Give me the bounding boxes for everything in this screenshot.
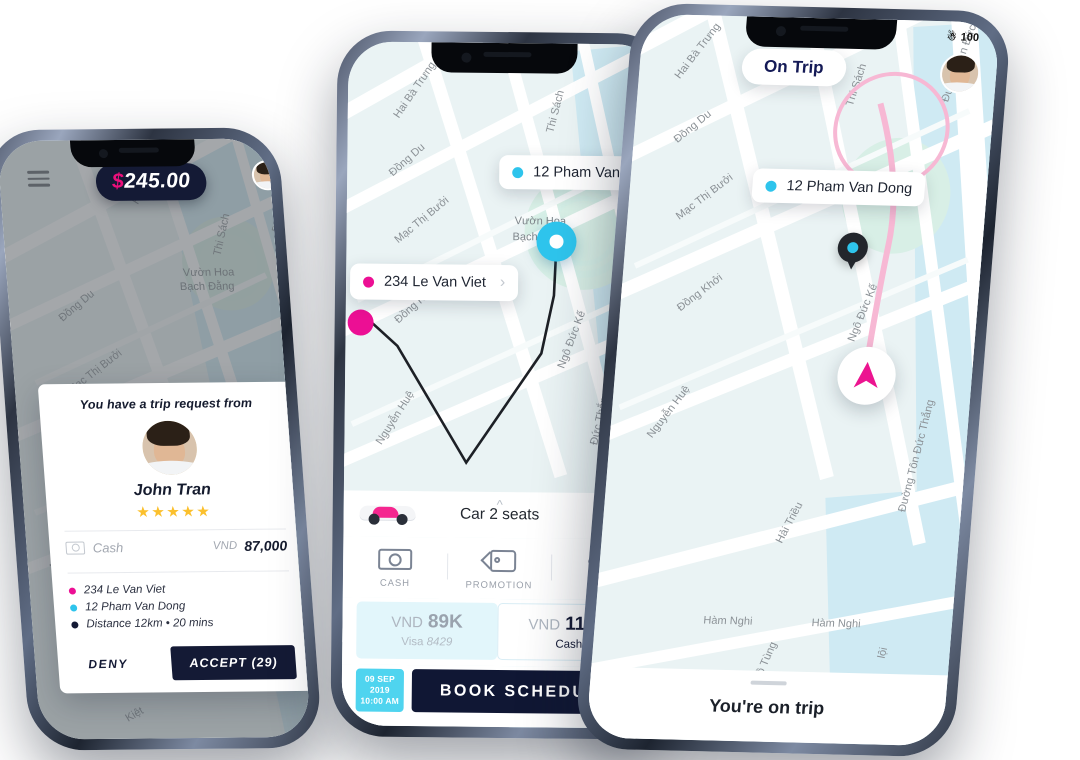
current-location-pin (536, 221, 577, 262)
schedule-date: 09 SEP (364, 673, 395, 684)
price-amount: 89K (427, 611, 463, 633)
earpiece-speaker (118, 147, 160, 153)
center-phone-notch (431, 42, 578, 74)
chevron-right-icon: › (499, 273, 506, 292)
request-actions: DENY ACCEPT (29) (73, 645, 297, 681)
car-icon (359, 503, 416, 526)
distance-duration: Distance 12km • 20 mins (85, 617, 214, 631)
schedule-date-chip[interactable]: 09 SEP 2019 10:00 AM (355, 668, 405, 712)
banknote-icon (378, 548, 413, 571)
dropoff-dot-icon (765, 180, 777, 192)
route-polyline (833, 71, 950, 391)
dropoff-dot-icon (69, 603, 78, 612)
front-camera-icon (775, 26, 787, 37)
trip-status-title: You're on trip (708, 695, 826, 719)
rider-avatar (140, 420, 199, 476)
schedule-year: 2019 (369, 684, 390, 695)
dropoff-bubble[interactable]: 12 Pham Van Dong (751, 168, 927, 207)
arrow-glyph (853, 361, 878, 389)
avatar-face-icon (938, 55, 981, 92)
request-title: You have a trip request from (79, 396, 253, 412)
price-sub-prefix: Visa (401, 635, 424, 649)
front-camera-icon (461, 52, 472, 63)
list-item: 12 Pham Van Dong (69, 599, 292, 614)
cash-option-label: CASH (379, 577, 410, 590)
avatar-face-icon (252, 162, 284, 189)
pickup-address: 234 Le Van Viet (83, 583, 166, 597)
pickup-dot-icon (68, 587, 77, 595)
deny-button[interactable]: DENY (73, 649, 143, 680)
rider-rating-stars: ★★★★★ (135, 503, 212, 522)
dropoff-address: 12 Pham Van Dong (785, 178, 913, 198)
right-phone-notch (744, 16, 898, 50)
payment-method-label: Cash (92, 539, 124, 555)
right-phone-device: Hai Bà Trưng Đồng Du Mạc Thị Bưởi Thi Sá… (573, 2, 1013, 758)
hamburger-menu-icon[interactable] (27, 170, 51, 191)
trip-request-card: You have a trip request from John Tran ★… (37, 381, 312, 694)
promotion-option[interactable]: PROMOTION (447, 549, 551, 591)
price-currency: VND (391, 613, 424, 632)
cash-option[interactable]: CASH (343, 548, 447, 590)
fare-amount: 245.00 (123, 169, 192, 193)
trip-legs-list: 234 Le Van Viet 12 Pham Van Dong Distanc… (68, 571, 294, 637)
battery-percentage: 100 (960, 31, 980, 44)
driver-avatar[interactable] (250, 160, 284, 191)
phones-mockup-scene: Hai Bà Trưng Đồng Du Mạc Thị Bưởi Thi Sá… (0, 0, 1080, 760)
accept-button[interactable]: ACCEPT (29) (170, 645, 297, 681)
earpiece-speaker (800, 25, 849, 32)
status-bar: ☃ 100 (946, 30, 979, 44)
trip-bottom-sheet: You're on trip (585, 666, 948, 747)
rider-name: John Tran (133, 481, 212, 500)
chevron-up-icon: ^ (496, 496, 503, 513)
price-sub-value: 8429 (426, 636, 453, 649)
driver-avatar[interactable] (938, 53, 982, 94)
dropoff-address: 12 Pham Van Dong (84, 600, 186, 614)
street-label: Đường Tôn Đức (270, 154, 302, 235)
avatar-face-icon (140, 420, 199, 476)
list-item: Distance 12km • 20 mins (71, 616, 293, 630)
right-map: Hai Bà Trưng Đồng Du Mạc Thị Bưởi Thi Sá… (585, 13, 1001, 747)
status-badge: On Trip (740, 48, 848, 87)
fare-currency-label: VND (212, 539, 238, 553)
pickup-map-pin (347, 309, 374, 336)
distance-dot-icon (71, 620, 79, 629)
schedule-time: 10:00 AM (360, 695, 400, 706)
fare-amount-value: 87,000 (243, 537, 288, 554)
price-option-visa[interactable]: VND 89K Visa 8429 (356, 601, 498, 660)
promotion-option-label: PROMOTION (465, 579, 533, 592)
drag-handle[interactable] (750, 680, 787, 686)
dropoff-dot-icon (512, 166, 524, 178)
pickup-dot-icon (363, 276, 375, 288)
left-phone-notch (69, 139, 197, 168)
pickup-bubble[interactable]: 234 Le Van Viet › (349, 263, 519, 302)
left-phone-screen: Hai Bà Trưng Đồng Du Mạc Thị Bưởi Thi Sá… (0, 138, 312, 740)
earpiece-speaker (483, 51, 532, 58)
pickup-address: 234 Le Van Viet (383, 273, 487, 291)
list-item: 234 Le Van Viet (68, 582, 290, 596)
cash-icon (65, 541, 86, 555)
fare-pill: $245.00 (94, 162, 208, 202)
bluetooth-icon: ☃ (946, 31, 958, 44)
promotion-tag-icon (479, 549, 516, 573)
payment-method-row: Cash VND 87,000 (65, 529, 289, 563)
left-phone-device: Hai Bà Trưng Đồng Du Mạc Thị Bưởi Thi Sá… (0, 127, 324, 751)
price-currency: VND (528, 616, 561, 634)
right-phone-screen: Hai Bà Trưng Đồng Du Mạc Thị Bưởi Thi Sá… (585, 13, 1001, 747)
front-camera-icon (98, 149, 109, 159)
